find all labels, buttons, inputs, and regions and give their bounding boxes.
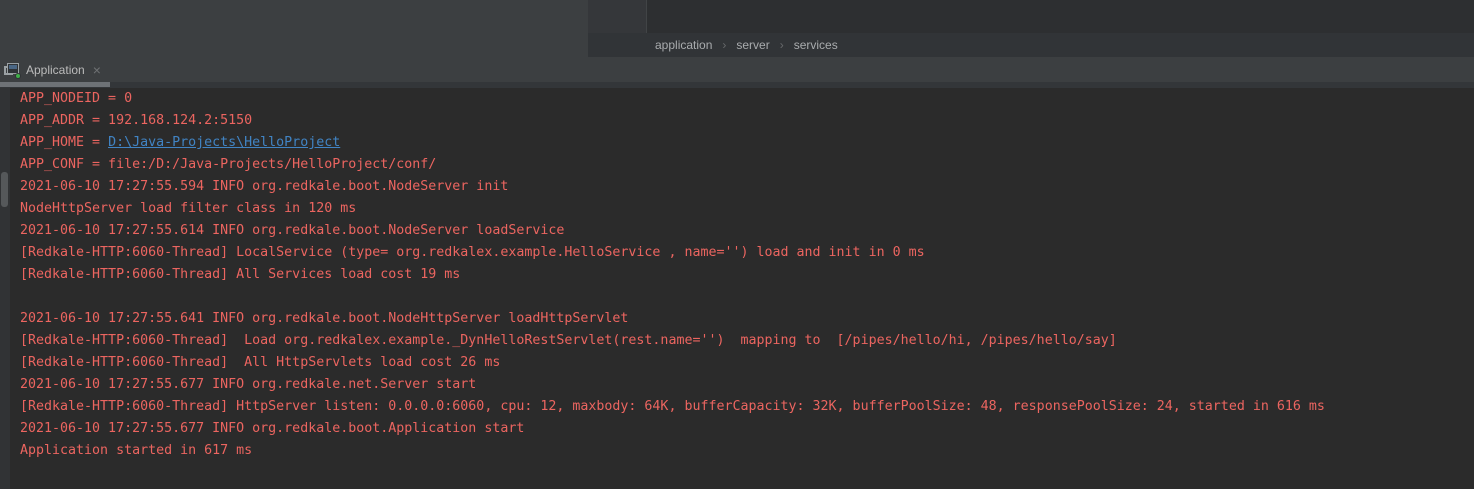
console-line: APP_CONF = file:/D:/Java-Projects/HelloP…	[20, 154, 1474, 176]
console-line: 2021-06-10 17:27:55.677 INFO org.redkale…	[20, 374, 1474, 396]
header-upper-strip	[588, 0, 1474, 33]
log-text: [Redkale-HTTP:6060-Thread] Load org.redk…	[20, 333, 1117, 348]
tab-application[interactable]: Application ×	[0, 57, 107, 82]
editor-pane	[0, 0, 588, 57]
console-line: [Redkale-HTTP:6060-Thread] HttpServer li…	[20, 396, 1474, 418]
log-text: APP_ADDR = 192.168.124.2:5150	[20, 113, 252, 128]
header-upper-rest	[647, 0, 1474, 33]
close-icon[interactable]: ×	[93, 63, 101, 77]
running-status-dot	[15, 73, 21, 79]
log-text: 2021-06-10 17:27:55.614 INFO org.redkale…	[20, 223, 564, 238]
console-panel: APP_NODEID = 0 APP_ADDR = 192.168.124.2:5…	[0, 88, 1474, 489]
console-line: [Redkale-HTTP:6060-Thread] Load org.redk…	[20, 330, 1474, 352]
console-line: [Redkale-HTTP:6060-Thread] All HttpServl…	[20, 352, 1474, 374]
console-line: APP_NODEID = 0	[20, 88, 1474, 110]
log-text: [Redkale-HTTP:6060-Thread] LocalService …	[20, 245, 925, 260]
console-line: [Redkale-HTTP:6060-Thread] All Services …	[20, 264, 1474, 286]
console-gutter	[0, 88, 10, 489]
console-output: APP_NODEID = 0 APP_ADDR = 192.168.124.2:5…	[10, 88, 1474, 489]
breadcrumb: application › server › services	[588, 33, 1474, 57]
header-row: application › server › services	[0, 0, 1474, 57]
log-text: Application started in 617 ms	[20, 443, 252, 458]
header-right: application › server › services	[588, 0, 1474, 57]
log-text: APP_CONF = file:/D:/Java-Projects/HelloP…	[20, 157, 436, 172]
log-text: [Redkale-HTTP:6060-Thread] HttpServer li…	[20, 399, 1325, 414]
console-line: APP_ADDR = 192.168.124.2:5150	[20, 110, 1474, 132]
log-text: 2021-06-10 17:27:55.594 INFO org.redkale…	[20, 179, 508, 194]
console-run-icon	[4, 63, 20, 77]
console-line: 2021-06-10 17:27:55.641 INFO org.redkale…	[20, 308, 1474, 330]
log-text: NodeHttpServer load filter class in 120 …	[20, 201, 356, 216]
breadcrumb-separator-icon: ›	[722, 38, 726, 52]
console-line: 2021-06-10 17:27:55.677 INFO org.redkale…	[20, 418, 1474, 440]
log-text: [Redkale-HTTP:6060-Thread] All Services …	[20, 267, 460, 282]
console-line: 2021-06-10 17:27:55.594 INFO org.redkale…	[20, 176, 1474, 198]
scrollbar-thumb[interactable]	[1, 172, 8, 207]
log-text: [Redkale-HTTP:6060-Thread] All HttpServl…	[20, 355, 500, 370]
console-line: APP_HOME = D:\Java-Projects\HelloProject	[20, 132, 1474, 154]
console-line: 2021-06-10 17:27:55.614 INFO org.redkale…	[20, 220, 1474, 242]
console-line: Application started in 617 ms	[20, 440, 1474, 462]
console-tabbar: Application ×	[0, 57, 1474, 88]
log-text: 2021-06-10 17:27:55.677 INFO org.redkale…	[20, 421, 524, 436]
breadcrumb-item-services[interactable]: services	[794, 38, 838, 52]
tab-label: Application	[26, 63, 85, 77]
log-text: APP_NODEID = 0	[20, 91, 132, 106]
log-text: 2021-06-10 17:27:55.677 INFO org.redkale…	[20, 377, 476, 392]
log-text: 2021-06-10 17:27:55.641 INFO org.redkale…	[20, 311, 628, 326]
active-tab-underline	[0, 82, 110, 87]
file-link[interactable]: D:\Java-Projects\HelloProject	[108, 135, 340, 150]
log-text: APP_HOME =	[20, 135, 108, 150]
breadcrumb-item-server[interactable]: server	[736, 38, 769, 52]
console-line: NodeHttpServer load filter class in 120 …	[20, 198, 1474, 220]
breadcrumb-item-application[interactable]: application	[655, 38, 712, 52]
breadcrumb-separator-icon: ›	[780, 38, 784, 52]
tabbar-bottom-border	[0, 82, 1474, 88]
console-line: [Redkale-HTTP:6060-Thread] LocalService …	[20, 242, 1474, 264]
console-line	[20, 286, 1474, 308]
run-tool-window: application › server › services Application …	[0, 0, 1474, 489]
header-mini-panel	[588, 0, 647, 33]
console-icon-window	[7, 63, 19, 74]
